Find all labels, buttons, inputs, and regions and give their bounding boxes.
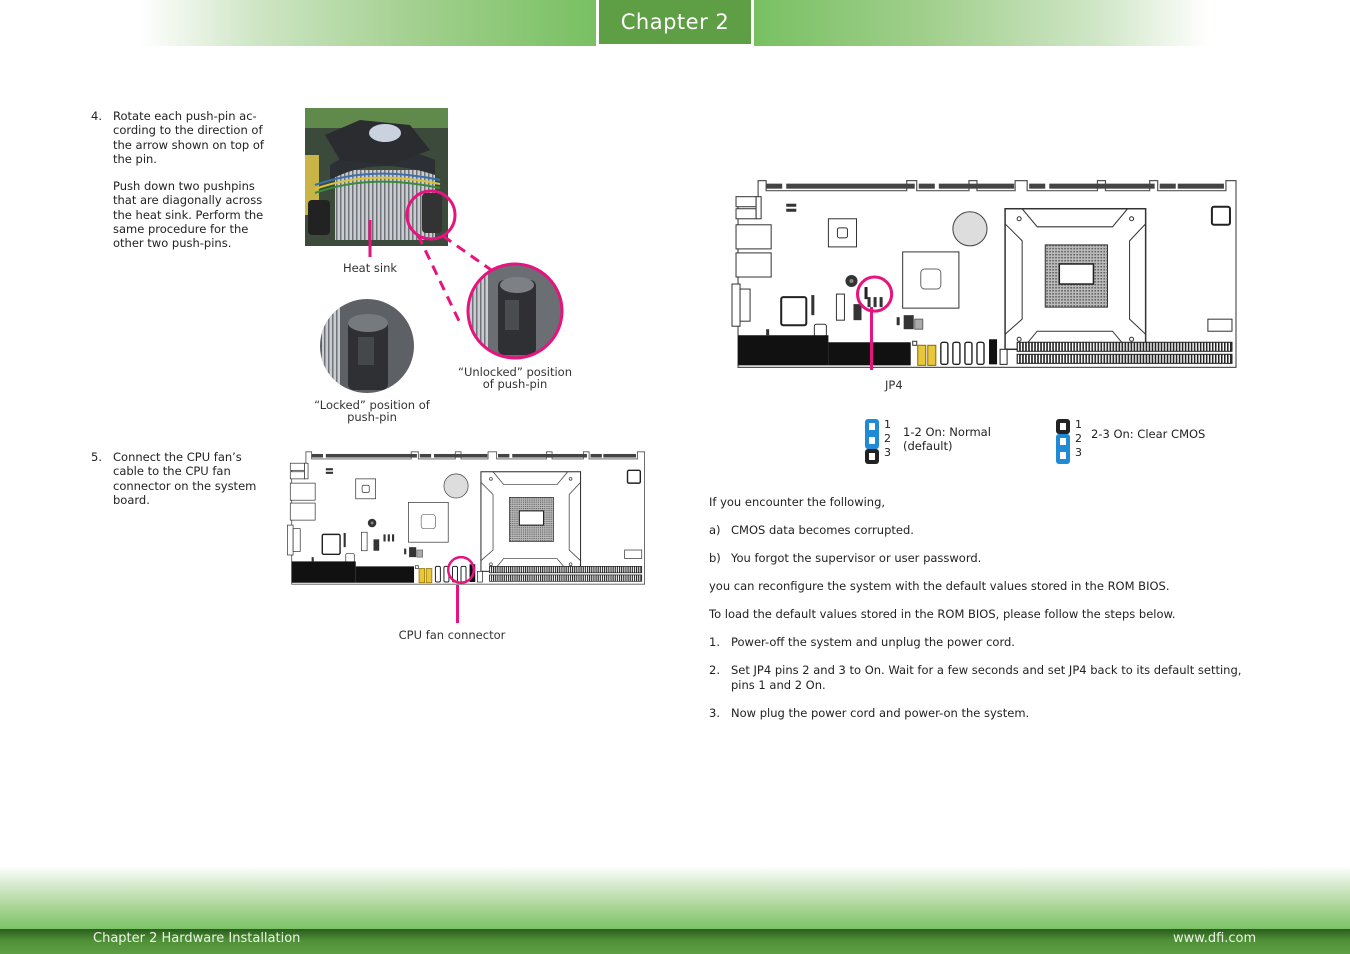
jumper-setting-normal: [865, 419, 879, 469]
cmos-intro: If you encounter the following,: [709, 495, 886, 509]
step-number: 5.: [91, 450, 102, 464]
step-number: 3.: [709, 706, 720, 720]
header-gradient-right: [754, 0, 1210, 46]
step-text-line: board.: [113, 492, 150, 507]
jumper-icon-2-3-on: [1056, 419, 1070, 464]
jumper-pin-numbers: 1 2 3: [1075, 418, 1082, 460]
cpu-fan-label: CPU fan connector: [398, 628, 506, 642]
unlocked-pushpin-photo: [468, 264, 562, 358]
unlocked-label: “Unlocked” position of push-pin: [445, 366, 585, 391]
step-text-line: same procedure for the: [113, 222, 249, 237]
heat-sink-label: Heat sink: [342, 261, 398, 275]
step-text-line: the arrow shown on top of: [113, 137, 264, 152]
pin-number: 1: [1075, 418, 1082, 431]
locked-label: “Locked” position of push-pin: [302, 399, 442, 424]
chapter-tab: Chapter 2: [599, 0, 751, 44]
cpu-fan-pointer: [456, 585, 459, 623]
step-text-line: other two push-pins.: [113, 236, 232, 251]
cmos-step-3: 3. Now plug the power cord and power-on …: [709, 706, 1029, 720]
step-number: 2.: [709, 663, 720, 677]
step-text-line: Connect the CPU fan’s: [113, 450, 242, 464]
step-text-line: connector on the system: [113, 478, 257, 493]
step-text: Set JP4 pins 2 and 3 to On. Wait for a f…: [731, 663, 1242, 677]
footer-website-link[interactable]: www.dfi.com: [1173, 931, 1256, 946]
step-5: 5. Connect the CPU fan’s cable to the CP…: [91, 450, 281, 507]
heatsink-photo: [305, 108, 448, 246]
pin-number: 2: [884, 432, 891, 445]
dashed-pointer: [416, 234, 462, 324]
step-text: Now plug the power cord and power-on the…: [731, 706, 1030, 720]
reconfigure-text: you can reconfigure the system with the …: [709, 579, 1170, 593]
pin-number: 3: [1075, 446, 1082, 459]
step-text-line: cording to the direction of: [113, 123, 263, 138]
jumper-setting-label: 2-3 On: Clear CMOS: [1091, 427, 1206, 441]
header-gradient-left: [140, 0, 596, 46]
condition-text: CMOS data becomes corrupted.: [731, 523, 914, 537]
footer-chapter-title: Chapter 2 Hardware Installation: [93, 931, 301, 946]
locked-label-line: push-pin: [347, 409, 397, 424]
step-number: 1.: [709, 635, 720, 649]
jumper-setting-label: 1-2 On: Normal (default): [903, 425, 991, 453]
step-text: Power-off the system and unplug the powe…: [731, 635, 1015, 649]
jumper-label-line: (default): [903, 439, 953, 453]
steps-intro: To load the default values stored in the…: [709, 607, 1176, 621]
cmos-step-1: 1. Power-off the system and unplug the p…: [709, 635, 1015, 649]
chapter-label: Chapter 2: [620, 10, 730, 34]
jp4-pointer: [870, 307, 873, 370]
step-text-line: the heat sink. Perform the: [113, 207, 264, 222]
step-text-line: that are diagonally across: [113, 193, 263, 208]
locked-pushpin-photo: [320, 299, 414, 393]
step-text-line: cable to the CPU fan: [113, 464, 231, 479]
board-diagram-fan: [286, 451, 646, 585]
footer-gradient: [0, 866, 1350, 930]
step-4: 4. Rotate each push-pin ac- cording to t…: [91, 109, 281, 251]
step-number: 4.: [91, 109, 102, 123]
pin-number: 2: [1075, 432, 1082, 445]
jumper-pin-numbers: 1 2 3: [884, 418, 891, 460]
condition-text: You forgot the supervisor or user passwo…: [731, 551, 982, 565]
cmos-step-2: 2. Set JP4 pins 2 and 3 to On. Wait for …: [709, 663, 1241, 692]
pin-number: 3: [884, 446, 891, 459]
jumper-setting-clear: [1056, 419, 1070, 469]
jumper-label-line: 1-2 On: Normal: [903, 425, 991, 439]
step-text-line: the pin.: [113, 151, 157, 166]
condition-marker: a): [709, 523, 721, 537]
step-text-line: Rotate each push-pin ac-: [113, 109, 257, 123]
condition-a: a) CMOS data becomes corrupted.: [709, 523, 914, 537]
condition-b: b) You forgot the supervisor or user pas…: [709, 551, 981, 565]
condition-marker: b): [709, 551, 721, 565]
board-diagram-jp4: [731, 179, 1237, 369]
jp4-label: JP4: [885, 378, 903, 392]
step-text-continued: pins 1 and 2 On.: [731, 678, 826, 692]
pin-number: 1: [884, 418, 891, 431]
unlocked-label-line: of push-pin: [482, 376, 548, 391]
jumper-icon-1-2-on: [865, 419, 879, 464]
step-text-line: Push down two pushpins: [113, 179, 255, 194]
